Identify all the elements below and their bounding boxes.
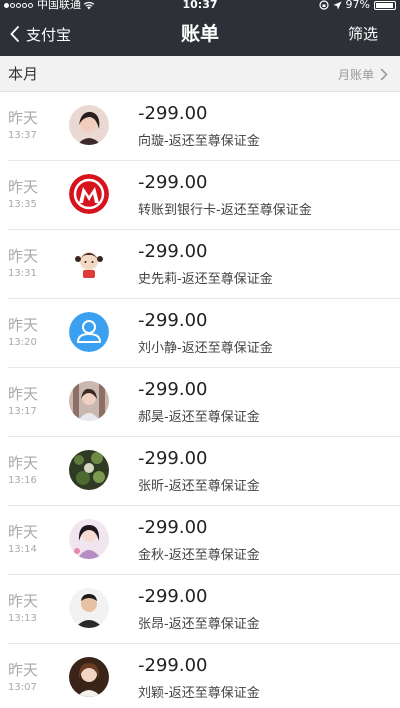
transaction-row[interactable]: 昨天 13:16 -299.00 张昕-返还至尊保证金 (0, 437, 400, 506)
lock-rotation-icon (318, 0, 329, 10)
transaction-row[interactable]: 昨天 13:07 -299.00 刘颖-返还至尊保证金 (0, 644, 400, 708)
transaction-time: 13:17 (8, 406, 37, 417)
photo-avatar (69, 450, 109, 490)
chevron-right-icon (380, 67, 388, 81)
transaction-description: 史先莉-返还至尊保证金 (138, 272, 273, 287)
battery-icon (374, 0, 396, 10)
transaction-description: 刘颖-返还至尊保证金 (138, 686, 260, 701)
transaction-time: 13:13 (8, 613, 37, 624)
transaction-description: 金秋-返还至尊保证金 (138, 548, 260, 563)
transaction-description: 郝昊-返还至尊保证金 (138, 410, 260, 425)
back-button[interactable]: 支付宝 (10, 12, 71, 56)
transaction-day: 昨天 (8, 385, 39, 403)
transaction-day: 昨天 (8, 178, 39, 196)
location-icon (333, 1, 342, 9)
transaction-amount: -299.00 (138, 655, 208, 676)
transaction-row[interactable]: 昨天 13:17 -299.00 郝昊-返还至尊保证金 (0, 368, 400, 437)
month-section-header: 本月 月账单 (0, 56, 400, 92)
photo-avatar (69, 105, 109, 145)
chevron-left-icon (10, 25, 20, 43)
transaction-time: 13:07 (8, 682, 37, 693)
photo-avatar (69, 657, 109, 697)
transaction-amount: -299.00 (138, 517, 208, 538)
transaction-day: 昨天 (8, 661, 39, 679)
transaction-time: 13:20 (8, 337, 37, 348)
transaction-day: 昨天 (8, 316, 39, 334)
transaction-time: 13:16 (8, 475, 37, 486)
photo-avatar (69, 519, 109, 559)
transaction-description: 刘小静-返还至尊保证金 (138, 341, 273, 356)
bank-logo-icon (69, 174, 109, 214)
transaction-description: 向璇-返还至尊保证金 (138, 134, 260, 149)
section-title: 本月 (8, 65, 39, 83)
transaction-time: 13:14 (8, 544, 37, 555)
transaction-amount: -299.00 (138, 379, 208, 400)
transaction-amount: -299.00 (138, 586, 208, 607)
transaction-day: 昨天 (8, 523, 39, 541)
photo-avatar (69, 588, 109, 628)
transaction-description: 转账到银行卡-返还至尊保证金 (138, 203, 312, 218)
transaction-row[interactable]: 昨天 13:20 -299.00 刘小静-返还至尊保证金 (0, 299, 400, 368)
transaction-row[interactable]: 昨天 13:37 -299.00 向璇-返还至尊保证金 (0, 92, 400, 161)
transaction-time: 13:35 (8, 199, 37, 210)
transaction-amount: -299.00 (138, 310, 208, 331)
status-bar: 中国联通 10:37 97% (0, 0, 400, 12)
transaction-amount: -299.00 (138, 448, 208, 469)
monthly-bill-link[interactable]: 月账单 (338, 56, 388, 92)
transaction-row[interactable]: 昨天 13:14 -299.00 金秋-返还至尊保证金 (0, 506, 400, 575)
transaction-row[interactable]: 昨天 13:35 -299.00 转账到银行卡-返还至尊保证金 (0, 161, 400, 230)
transaction-time: 13:37 (8, 130, 37, 141)
status-right: 97% (318, 0, 396, 11)
cartoon-avatar (69, 243, 109, 283)
transaction-row[interactable]: 昨天 13:13 -299.00 张昂-返还至尊保证金 (0, 575, 400, 644)
battery-percent: 97% (345, 0, 370, 11)
transaction-day: 昨天 (8, 592, 39, 610)
transaction-day: 昨天 (8, 454, 39, 472)
transaction-amount: -299.00 (138, 241, 208, 262)
filter-button[interactable]: 筛选 (348, 12, 378, 56)
transaction-amount: -299.00 (138, 172, 208, 193)
monthly-bill-label: 月账单 (337, 67, 374, 82)
navigation-bar: 支付宝 账单 筛选 (0, 12, 400, 56)
transaction-list: 昨天 13:37 -299.00 向璇-返还至尊保证金 昨天 13:35 -29… (0, 92, 400, 708)
transaction-day: 昨天 (8, 109, 39, 127)
transaction-day: 昨天 (8, 247, 39, 265)
transaction-description: 张昂-返还至尊保证金 (138, 617, 260, 632)
back-label: 支付宝 (26, 25, 72, 44)
transaction-time: 13:31 (8, 268, 37, 279)
transaction-amount: -299.00 (138, 103, 208, 124)
transaction-row[interactable]: 昨天 13:31 -299.00 史先莉-返还至尊保证金 (0, 230, 400, 299)
transaction-description: 张昕-返还至尊保证金 (138, 479, 260, 494)
default-user-avatar-icon (69, 312, 109, 352)
photo-avatar (69, 381, 109, 421)
